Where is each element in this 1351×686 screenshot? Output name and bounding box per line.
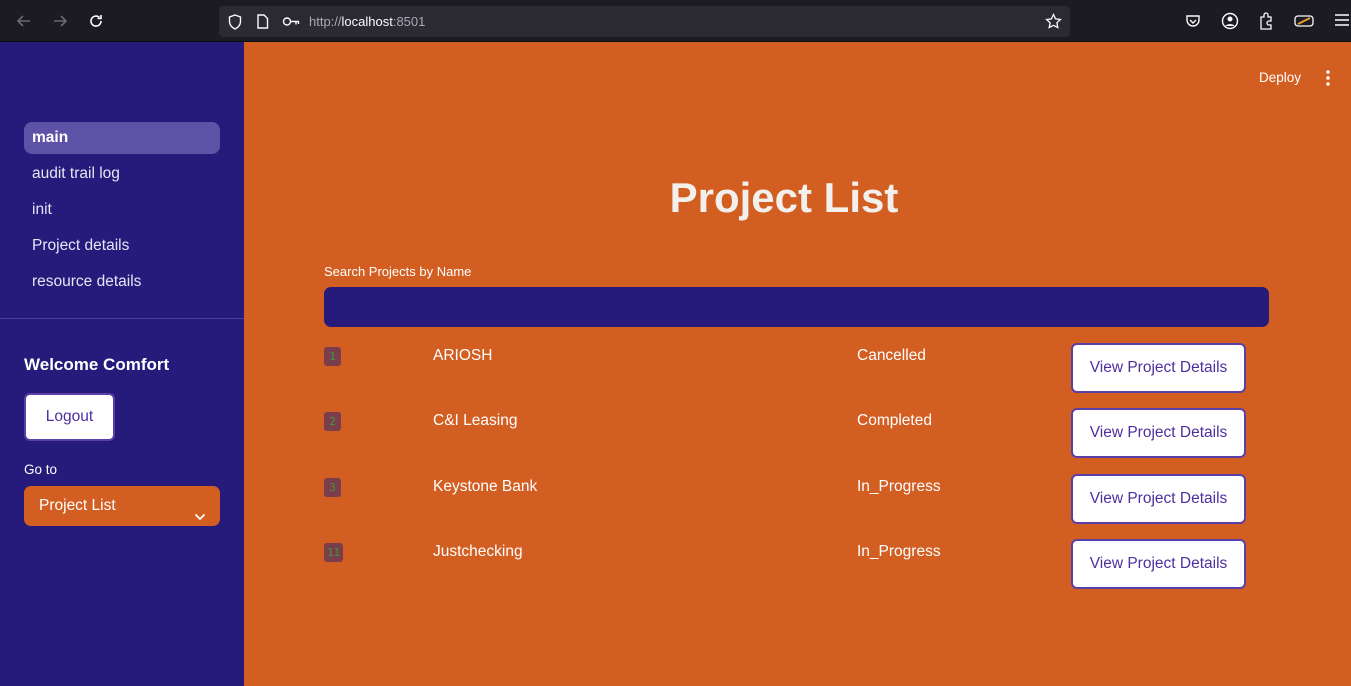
account-icon[interactable] [1221, 12, 1239, 30]
project-status: In_Progress [857, 543, 941, 560]
browser-toolbar: http://localhost:8501 [0, 0, 1351, 42]
sidebar: main audit trail log init Project detail… [0, 42, 244, 686]
forward-icon[interactable] [50, 11, 70, 31]
shield-icon[interactable] [228, 14, 242, 30]
sidebar-item-resource-details[interactable]: resource details [24, 266, 220, 298]
page-title: Project List [669, 174, 899, 221]
project-id: 1 [324, 347, 341, 366]
page-icon[interactable] [256, 14, 269, 29]
project-status: Cancelled [857, 347, 926, 364]
view-project-details-button[interactable]: View Project Details [1071, 474, 1246, 524]
goto-label: Go to [24, 462, 58, 477]
goto-select[interactable]: Project List [24, 486, 220, 526]
sidebar-item-audit-trail-log[interactable]: audit trail log [24, 158, 220, 190]
project-row: 2 C&I Leasing Completed View Project Det… [324, 408, 1269, 458]
bookmark-star-icon[interactable] [1045, 13, 1062, 30]
project-id: 2 [324, 412, 341, 431]
key-icon[interactable] [282, 15, 300, 28]
logout-button[interactable]: Logout [24, 393, 115, 441]
project-name: C&I Leasing [433, 412, 518, 429]
project-status: Completed [857, 412, 932, 429]
menu-icon[interactable] [1335, 14, 1349, 26]
url-bar[interactable]: http://localhost:8501 [219, 6, 1070, 37]
extension-badge-icon[interactable] [1294, 13, 1314, 29]
more-options-icon[interactable] [1321, 70, 1335, 86]
url-text: http://localhost:8501 [309, 14, 425, 29]
search-label: Search Projects by Name [324, 264, 472, 279]
project-status: In_Progress [857, 478, 941, 495]
project-row: 3 Keystone Bank In_Progress View Project… [324, 474, 1269, 524]
project-row: 1 ARIOSH Cancelled View Project Details [324, 343, 1269, 393]
project-name: ARIOSH [433, 347, 493, 364]
pocket-icon[interactable] [1185, 13, 1201, 29]
url-prefix: http:// [309, 14, 342, 29]
project-id: 3 [324, 478, 341, 497]
view-project-details-button[interactable]: View Project Details [1071, 539, 1246, 589]
sidebar-item-init[interactable]: init [24, 194, 220, 226]
url-host: localhost [341, 14, 393, 29]
sidebar-item-project-details[interactable]: Project details [24, 230, 220, 262]
view-project-details-button[interactable]: View Project Details [1071, 408, 1246, 458]
chevron-down-icon [194, 499, 206, 539]
project-name: Keystone Bank [433, 478, 538, 495]
reload-icon[interactable] [86, 11, 106, 31]
search-input[interactable] [324, 287, 1269, 327]
sidebar-divider [0, 318, 244, 319]
view-project-details-button[interactable]: View Project Details [1071, 343, 1246, 393]
project-name: Justchecking [433, 543, 523, 560]
deploy-button[interactable]: Deploy [1259, 70, 1301, 85]
welcome-text: Welcome Comfort [24, 355, 170, 374]
project-row: 11 Justchecking In_Progress View Project… [324, 539, 1269, 589]
project-id: 11 [324, 543, 344, 562]
sidebar-item-main[interactable]: main [24, 122, 220, 154]
back-icon[interactable] [14, 11, 34, 31]
extensions-icon[interactable] [1258, 12, 1275, 30]
url-port: :8501 [392, 14, 426, 29]
goto-selected-value: Project List [39, 497, 116, 514]
